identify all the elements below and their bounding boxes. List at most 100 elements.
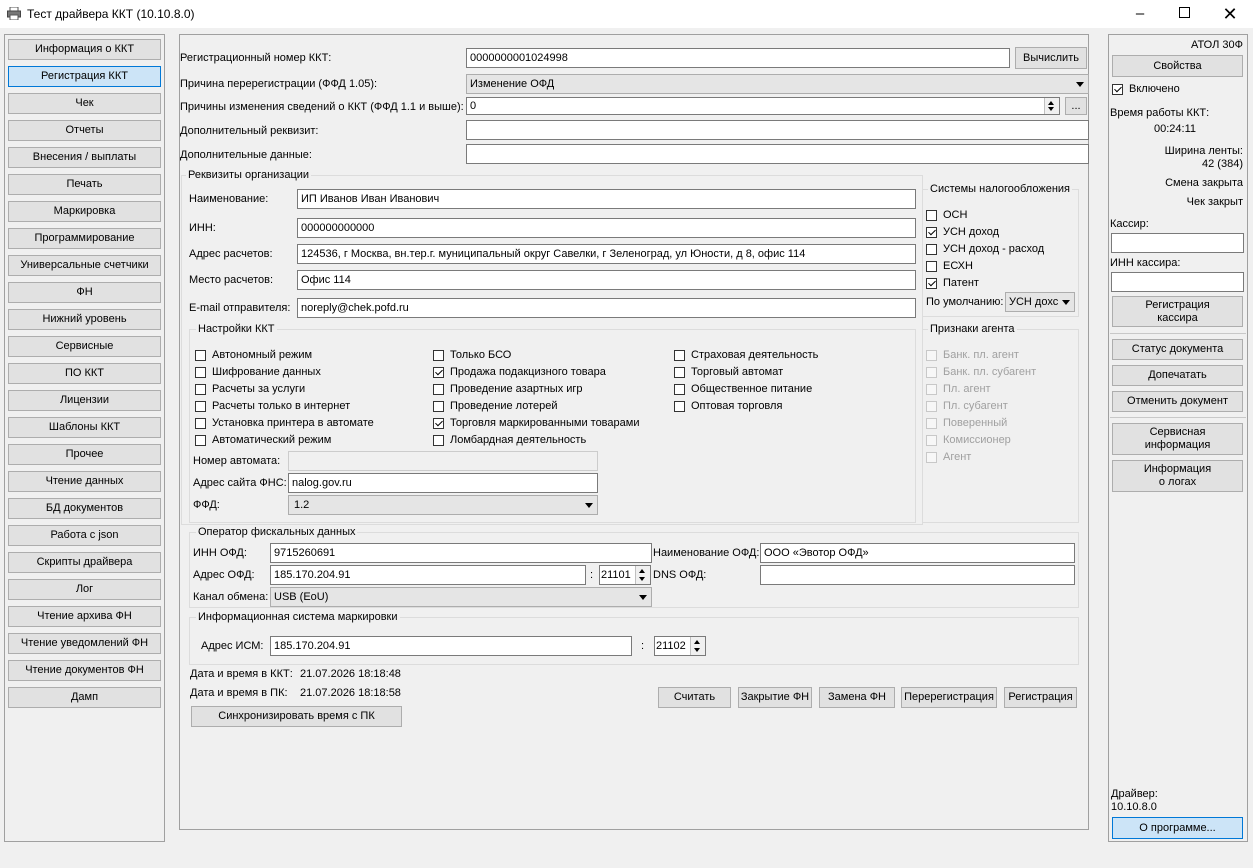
properties-button[interactable]: Свойства — [1112, 55, 1243, 77]
minimize-icon[interactable]: – — [1117, 0, 1163, 28]
agent-checkbox[interactable]: Агент — [926, 450, 971, 464]
ofd-inn-input[interactable]: 9715260691 — [270, 543, 652, 563]
nav-item[interactable]: Программирование — [8, 228, 161, 249]
kkt-option-checkbox[interactable]: Шифрование данных — [195, 365, 321, 379]
kkt-option-checkbox[interactable]: Расчеты за услуги — [195, 382, 305, 396]
reprint-button[interactable]: Допечатать — [1112, 365, 1243, 386]
nav-item[interactable]: ПО ККТ — [8, 363, 161, 384]
ism-address-input[interactable]: 185.170.204.91 — [270, 636, 632, 656]
tax-checkbox[interactable]: ЕСХН — [926, 259, 973, 273]
reg-number-input[interactable]: 0000000001024998 — [466, 48, 1010, 68]
kkt-option-checkbox[interactable]: Установка принтера в автомате — [195, 416, 374, 430]
nav-item[interactable]: Работа с json — [8, 525, 161, 546]
org-name-input[interactable]: ИП Иванов Иван Иванович — [297, 189, 916, 209]
ofd-address-input[interactable]: 185.170.204.91 — [270, 565, 586, 585]
service-info-button[interactable]: Сервисная информация — [1112, 423, 1243, 455]
nav-item[interactable]: Шаблоны ККТ — [8, 417, 161, 438]
kkt-option-checkbox[interactable]: Автоматический режим — [195, 433, 331, 447]
reregistration-button[interactable]: Перерегистрация — [901, 687, 997, 708]
register-cashier-button[interactable]: Регистрация кассира — [1112, 296, 1243, 327]
agent-checkbox[interactable]: Банк. пл. агент — [926, 348, 1019, 362]
cashier-inn-input[interactable] — [1111, 272, 1244, 292]
close-fn-button[interactable]: Закрытие ФН — [738, 687, 812, 708]
ofd-port-input[interactable]: 21101 — [599, 565, 651, 585]
tax-checkbox[interactable]: УСН доход - расход — [926, 242, 1044, 256]
ofd-dns-input[interactable] — [760, 565, 1075, 585]
kkt-option-checkbox[interactable]: Страховая деятельность — [674, 348, 818, 362]
logs-info-button[interactable]: Информация о логах — [1112, 460, 1243, 492]
nav-item[interactable]: ФН — [8, 282, 161, 303]
rereg-reason-select[interactable]: Изменение ОФД — [466, 74, 1089, 94]
kkt-option-checkbox[interactable]: Проведение лотерей — [433, 399, 558, 413]
kkt-option-checkbox[interactable]: Продажа подакцизного товара — [433, 365, 606, 379]
org-email-input[interactable]: noreply@chek.pofd.ru — [297, 298, 916, 318]
kkt-option-checkbox[interactable]: Торговля маркированными товарами — [433, 416, 639, 430]
sync-time-button[interactable]: Синхронизировать время с ПК — [191, 706, 402, 727]
automat-number-input[interactable] — [288, 451, 598, 471]
nav-item[interactable]: Регистрация ККТ — [8, 66, 161, 87]
nav-item[interactable]: Дамп — [8, 687, 161, 708]
cashier-input[interactable] — [1111, 233, 1244, 253]
nav-item[interactable]: Внесения / выплаты — [8, 147, 161, 168]
document-status-button[interactable]: Статус документа — [1112, 339, 1243, 360]
kkt-option-checkbox[interactable]: Расчеты только в интернет — [195, 399, 350, 413]
ism-port-input[interactable]: 21102 — [654, 636, 706, 656]
registration-button[interactable]: Регистрация — [1004, 687, 1077, 708]
tax-default-select[interactable]: УСН дохс — [1005, 292, 1075, 312]
kkt-option-checkbox[interactable]: Оптовая торговля — [674, 399, 782, 413]
nav-item[interactable]: Информация о ККТ — [8, 39, 161, 60]
calculate-button[interactable]: Вычислить — [1015, 47, 1087, 69]
agent-checkbox[interactable]: Пл. агент — [926, 382, 991, 396]
spinner-icon[interactable] — [690, 637, 705, 655]
enabled-checkbox[interactable]: Включено — [1112, 82, 1180, 96]
tax-checkbox[interactable]: ОСН — [926, 208, 967, 222]
agent-checkbox[interactable]: Поверенный — [926, 416, 1007, 430]
ofd-name-input[interactable]: ООО «Эвотор ОФД» — [760, 543, 1075, 563]
maximize-icon[interactable] — [1161, 0, 1207, 28]
extra-data-input[interactable] — [466, 144, 1089, 164]
ffd-select[interactable]: 1.2 — [288, 495, 598, 515]
nav-item[interactable]: Универсальные счетчики — [8, 255, 161, 276]
nav-item[interactable]: Чтение архива ФН — [8, 606, 161, 627]
change-reasons-ellipsis-button[interactable]: ... — [1065, 97, 1087, 115]
nav-item[interactable]: Лицензии — [8, 390, 161, 411]
close-icon[interactable]: ✕ — [1207, 0, 1253, 28]
nav-item[interactable]: Чтение документов ФН — [8, 660, 161, 681]
replace-fn-button[interactable]: Замена ФН — [819, 687, 895, 708]
nav-item[interactable]: Прочее — [8, 444, 161, 465]
ofd-channel-select[interactable]: USB (EoU) — [270, 587, 652, 607]
kkt-option-checkbox[interactable]: Проведение азартных игр — [433, 382, 583, 396]
org-address-input[interactable]: 124536, г Москва, вн.тер.г. муниципальны… — [297, 244, 916, 264]
read-button[interactable]: Считать — [658, 687, 731, 708]
kkt-option-checkbox[interactable]: Только БСО — [433, 348, 511, 362]
nav-item[interactable]: Сервисные — [8, 336, 161, 357]
kkt-option-checkbox[interactable]: Ломбардная деятельность — [433, 433, 586, 447]
nav-item[interactable]: Чтение уведомлений ФН — [8, 633, 161, 654]
nav-item[interactable]: Отчеты — [8, 120, 161, 141]
kkt-option-checkbox[interactable]: Торговый автомат — [674, 365, 783, 379]
org-inn-input[interactable]: 000000000000 — [297, 218, 916, 238]
nav-item[interactable]: Нижний уровень — [8, 309, 161, 330]
nav-item[interactable]: Скрипты драйвера — [8, 552, 161, 573]
agent-checkbox[interactable]: Комиссионер — [926, 433, 1011, 447]
nav-item[interactable]: Чтение данных — [8, 471, 161, 492]
kkt-option-checkbox[interactable]: Общественное питание — [674, 382, 812, 396]
agent-checkbox[interactable]: Банк. пл. субагент — [926, 365, 1036, 379]
nav-item[interactable]: Печать — [8, 174, 161, 195]
extra-requisite-input[interactable] — [466, 120, 1089, 140]
about-button[interactable]: О программе... — [1112, 817, 1243, 839]
cancel-document-button[interactable]: Отменить документ — [1112, 391, 1243, 412]
agent-checkbox[interactable]: Пл. субагент — [926, 399, 1008, 413]
change-reasons-input[interactable]: 0 — [466, 97, 1060, 115]
tax-checkbox[interactable]: Патент — [926, 276, 979, 290]
fns-site-input[interactable]: nalog.gov.ru — [288, 473, 598, 493]
kkt-option-checkbox[interactable]: Автономный режим — [195, 348, 312, 362]
org-place-input[interactable]: Офис 114 — [297, 270, 916, 290]
spinner-icon[interactable] — [635, 566, 650, 584]
nav-item[interactable]: БД документов — [8, 498, 161, 519]
tax-checkbox[interactable]: УСН доход — [926, 225, 999, 239]
spinner-icon[interactable] — [1044, 98, 1059, 114]
nav-item[interactable]: Маркировка — [8, 201, 161, 222]
nav-item[interactable]: Лог — [8, 579, 161, 600]
nav-item[interactable]: Чек — [8, 93, 161, 114]
